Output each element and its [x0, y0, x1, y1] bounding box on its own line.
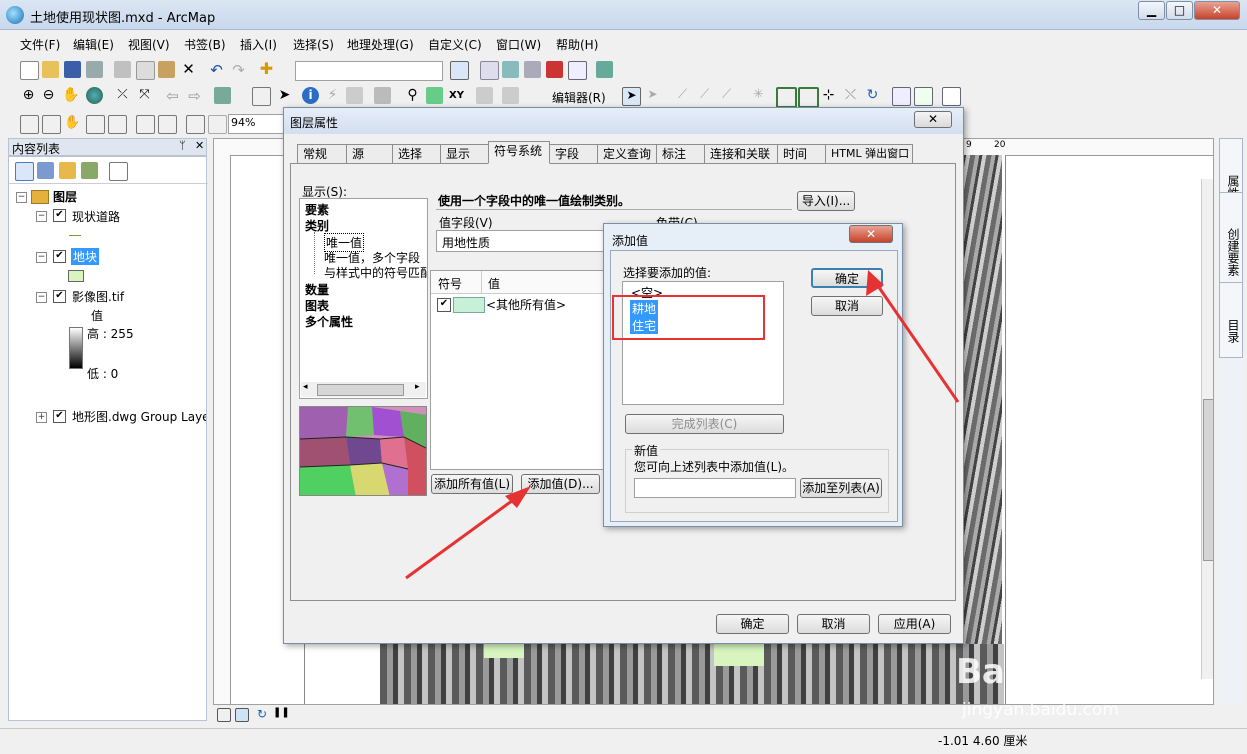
annotation-overlay — [405, 270, 960, 580]
arrow-to-add-values-line — [405, 493, 521, 580]
watermark-sub: jingyan.baidu.com — [962, 700, 1119, 720]
watermark-main: Baidu经验 — [956, 652, 1134, 692]
highlight-box — [612, 295, 765, 340]
arrow-to-ok-line — [874, 282, 960, 403]
